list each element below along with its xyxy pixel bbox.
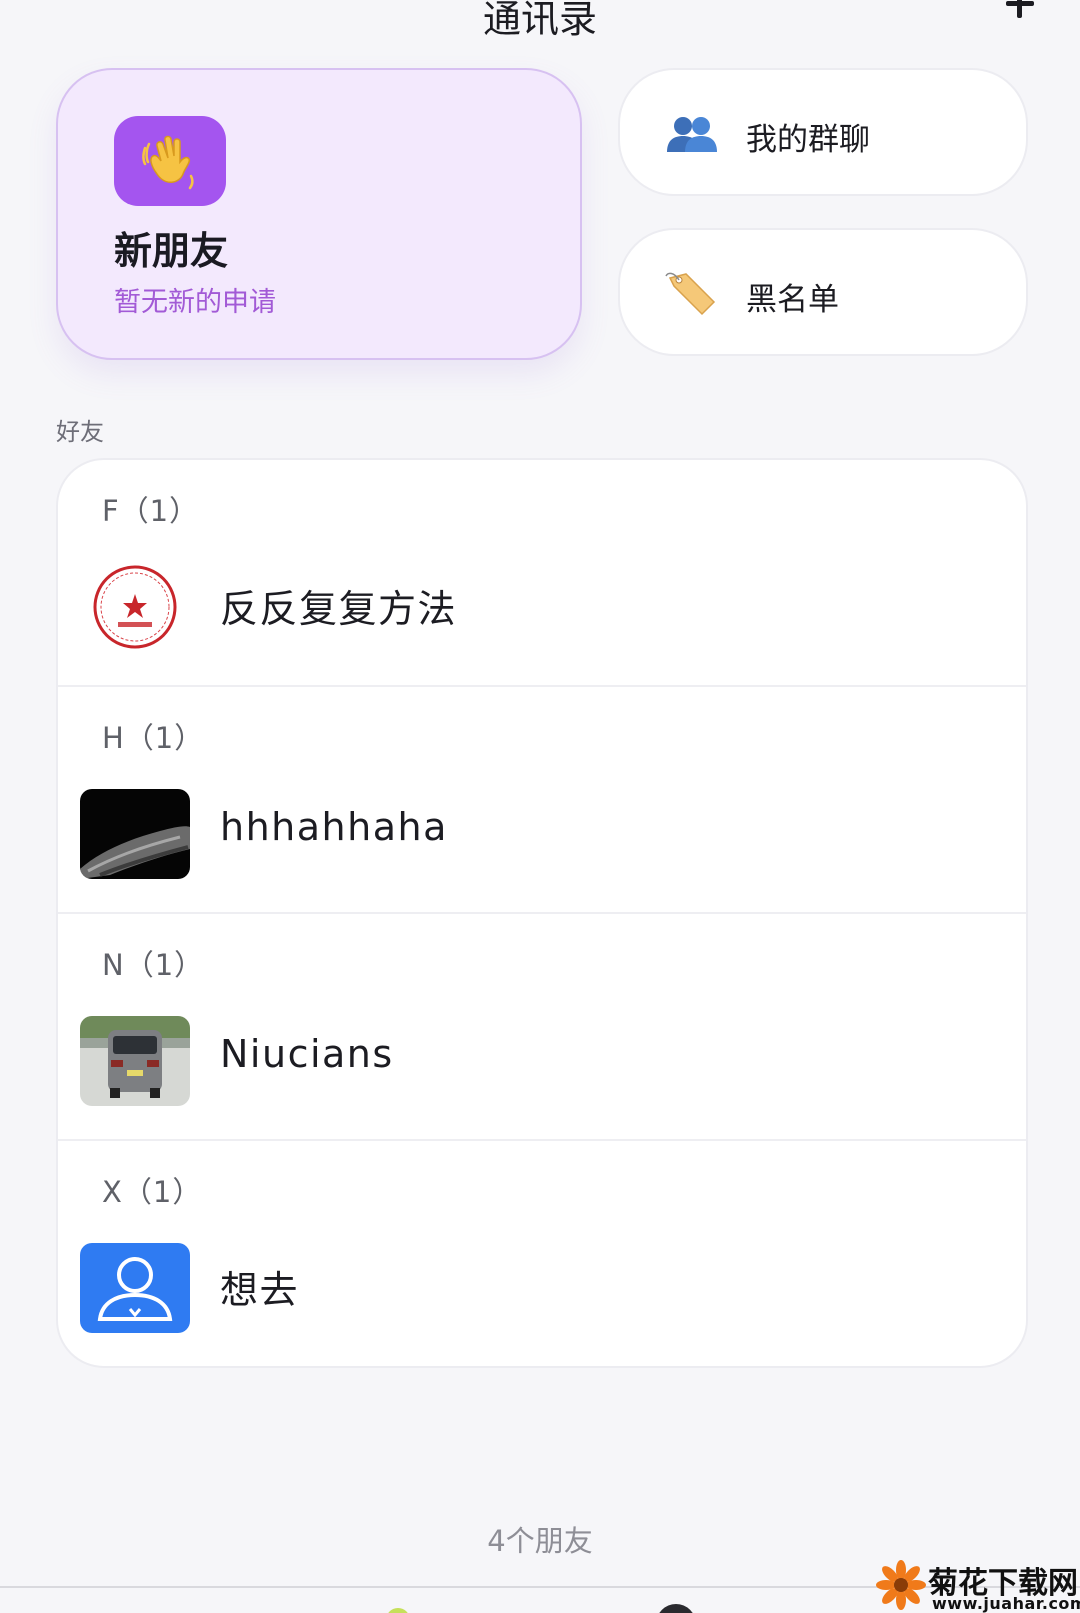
- friend-name: 反反复复方法: [220, 587, 458, 631]
- new-friends-title: 新朋友: [114, 229, 229, 273]
- two-people-icon: [664, 108, 720, 160]
- friend-row[interactable]: 想去: [58, 1237, 1026, 1347]
- group-header: X（1）: [102, 1175, 203, 1209]
- blacklist-label: 黑名单: [746, 282, 839, 318]
- friend-group-h: H（1） hhhahhaha: [58, 687, 1026, 914]
- car-photo-avatar: [80, 1016, 190, 1106]
- watermark-url: www.juahar.com: [932, 1594, 1080, 1613]
- group-header: N（1）: [102, 948, 205, 982]
- friend-count: 4个朋友: [487, 1524, 593, 1558]
- waving-hand-icon: [114, 116, 226, 206]
- friends-section-label: 好友: [56, 418, 104, 446]
- red-seal-avatar: [80, 562, 190, 652]
- friend-group-x: X（1） 想去: [58, 1141, 1026, 1366]
- friend-row[interactable]: hhhahhaha: [58, 783, 1026, 893]
- tag-icon: [664, 268, 720, 320]
- default-person-avatar: [80, 1243, 190, 1333]
- friend-name: Niucians: [220, 1032, 394, 1076]
- tab-icon[interactable]: [386, 1608, 410, 1613]
- contacts-page: 通讯录 新朋友 暂无新的申请 我的群聊 黑名单 好友 F（1） 反反复复方法 H…: [0, 0, 1080, 1613]
- friend-name: hhhahhaha: [220, 805, 448, 849]
- my-groups-button[interactable]: 我的群聊: [618, 68, 1028, 196]
- flower-icon: [876, 1560, 926, 1610]
- group-header: F（1）: [102, 494, 200, 528]
- friend-row[interactable]: 反反复复方法: [58, 556, 1026, 666]
- top-bar: 通讯录: [0, 0, 1080, 41]
- friend-name: 想去: [220, 1268, 300, 1312]
- blacklist-button[interactable]: 黑名单: [618, 228, 1028, 356]
- friends-list: F（1） 反反复复方法 H（1） hhhahhaha N（1） Niucians…: [56, 458, 1028, 1368]
- group-header: H（1）: [102, 721, 205, 755]
- page-title: 通讯录: [482, 0, 597, 41]
- friend-group-f: F（1） 反反复复方法: [58, 460, 1026, 687]
- dark-moon-avatar: [80, 789, 190, 879]
- watermark-logo: 菊花下载网 www.juahar.com: [876, 1556, 1080, 1613]
- new-friends-subtitle: 暂无新的申请: [114, 287, 276, 318]
- friend-row[interactable]: Niucians: [58, 1010, 1026, 1120]
- friend-group-n: N（1） Niucians: [58, 914, 1026, 1141]
- add-contact-button[interactable]: [1000, 0, 1040, 24]
- my-groups-label: 我的群聊: [746, 122, 870, 158]
- tab-icon[interactable]: [656, 1604, 696, 1613]
- new-friends-card[interactable]: 新朋友 暂无新的申请: [56, 68, 582, 360]
